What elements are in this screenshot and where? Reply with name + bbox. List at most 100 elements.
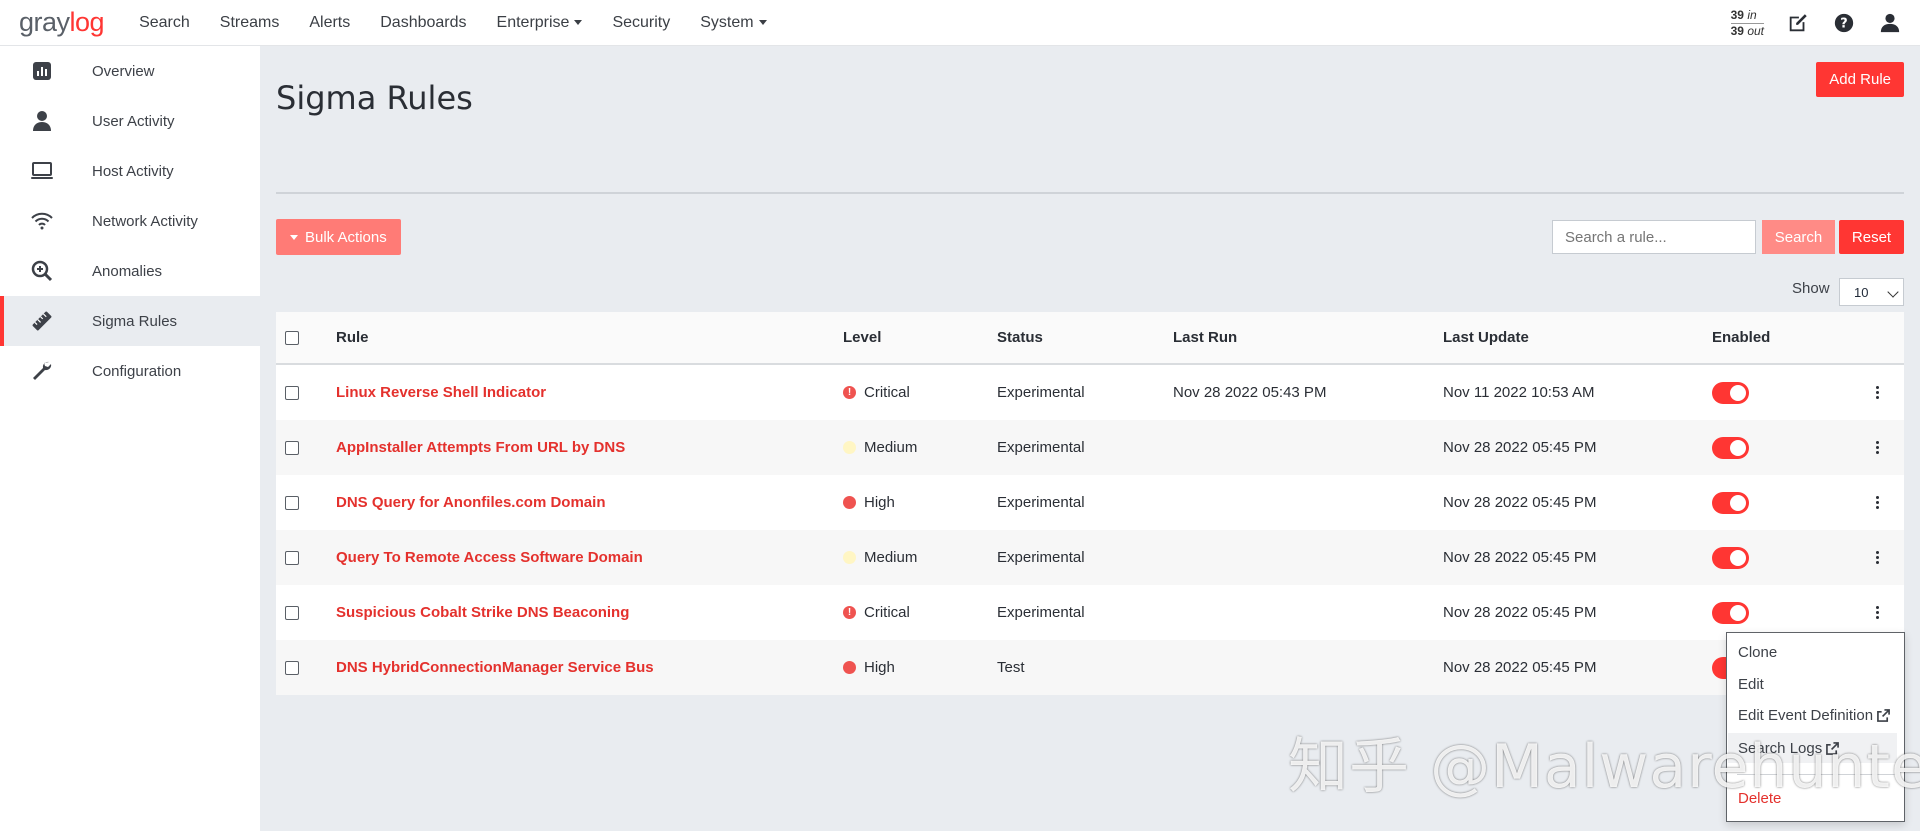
column-header-rule[interactable]: Rule [336, 312, 369, 363]
rule-link[interactable]: DNS Query for Anonfiles.com Domain [336, 494, 605, 511]
status-text: Experimental [997, 494, 1085, 511]
nav-system[interactable]: System [685, 14, 781, 32]
nav-right: 39 in 39 out ? [1730, 0, 1902, 46]
sidebar-item-configuration[interactable]: Configuration [0, 346, 260, 396]
bulk-actions-button[interactable]: Bulk Actions [276, 219, 401, 255]
table-row: DNS HybridConnectionManager Service Bus … [276, 640, 1904, 695]
column-header-status[interactable]: Status [997, 312, 1043, 363]
rule-link[interactable]: Linux Reverse Shell Indicator [336, 384, 546, 401]
reset-button[interactable]: Reset [1839, 220, 1904, 254]
graylog-logo[interactable]: gray log [19, 7, 105, 38]
add-rule-button[interactable]: Add Rule [1816, 62, 1904, 97]
enabled-toggle[interactable] [1712, 436, 1749, 459]
row-checkbox[interactable] [285, 605, 299, 620]
table-row: Query To Remote Access Software Domain M… [276, 530, 1904, 585]
caret-down-icon [290, 234, 298, 240]
column-header-last-run[interactable]: Last Run [1173, 312, 1237, 363]
table-row: Suspicious Cobalt Strike DNS Beaconing !… [276, 585, 1904, 640]
edit-icon[interactable] [1786, 11, 1810, 35]
sidebar-item-label: Sigma Rules [92, 312, 178, 330]
more-actions-icon[interactable] [1874, 551, 1880, 564]
rule-link[interactable]: AppInstaller Attempts From URL by DNS [336, 439, 625, 456]
rule-link[interactable]: DNS HybridConnectionManager Service Bus [336, 659, 654, 676]
level-text: Medium [864, 549, 918, 566]
more-actions-icon[interactable] [1874, 496, 1880, 509]
level-text: Medium [864, 439, 918, 456]
column-header-level[interactable]: Level [843, 312, 881, 363]
sidebar-item-network-activity[interactable]: Network Activity [0, 196, 260, 246]
nav-streams[interactable]: Streams [205, 14, 295, 32]
row-checkbox[interactable] [285, 550, 299, 565]
table-row: Linux Reverse Shell Indicator ! Critical … [276, 365, 1904, 420]
sidebar: Overview User Activity Host Activity Net… [0, 46, 260, 831]
medium-icon [843, 441, 856, 454]
sidebar-item-host-activity[interactable]: Host Activity [0, 146, 260, 196]
rules-table: Rule Level Status Last Run Last Update E… [276, 312, 1904, 695]
enabled-toggle[interactable] [1712, 381, 1749, 404]
last-update-text: Nov 28 2022 05:45 PM [1443, 549, 1597, 566]
menu-item-search-logs[interactable]: Search Logs [1728, 733, 1897, 763]
top-navbar: gray log Search Streams Alerts Dashboards… [0, 0, 1920, 46]
page-size-select[interactable]: 10 [1839, 278, 1904, 306]
row-checkbox[interactable] [285, 660, 299, 675]
nav-enterprise[interactable]: Enterprise [482, 14, 598, 32]
row-checkbox[interactable] [285, 495, 299, 510]
row-checkbox[interactable] [285, 440, 299, 455]
sidebar-item-label: Overview [92, 62, 155, 80]
last-update-text: Nov 28 2022 05:45 PM [1443, 659, 1597, 676]
menu-item-edit-event-definition[interactable]: Edit Event Definition [1738, 707, 1890, 724]
sidebar-item-user-activity[interactable]: User Activity [0, 96, 260, 146]
high-icon [843, 661, 856, 674]
last-update-text: Nov 11 2022 10:53 AM [1443, 384, 1595, 401]
level-text: Critical [864, 604, 910, 621]
sidebar-item-label: Configuration [92, 362, 182, 380]
table-row: DNS Query for Anonfiles.com Domain High … [276, 475, 1904, 530]
menu-item-delete[interactable]: Delete [1738, 790, 1781, 807]
search-button[interactable]: Search [1762, 220, 1835, 254]
user-icon[interactable] [1878, 11, 1902, 35]
sidebar-item-label: User Activity [92, 112, 175, 130]
more-actions-icon[interactable] [1874, 386, 1880, 399]
nav-alerts[interactable]: Alerts [294, 14, 365, 32]
enabled-toggle[interactable] [1712, 491, 1749, 514]
sidebar-item-label: Network Activity [92, 212, 198, 230]
nav-search[interactable]: Search [124, 14, 205, 32]
monitor-icon [29, 158, 55, 184]
status-text: Test [997, 659, 1025, 676]
sidebar-item-overview[interactable]: Overview [0, 46, 260, 96]
wrench-icon [29, 358, 55, 384]
level-text: High [864, 659, 895, 676]
rule-link[interactable]: Query To Remote Access Software Domain [336, 549, 643, 566]
caret-down-icon [758, 20, 767, 25]
search-input[interactable] [1552, 220, 1756, 254]
nav-security[interactable]: Security [597, 14, 685, 32]
status-text: Experimental [997, 604, 1085, 621]
row-checkbox[interactable] [285, 385, 299, 400]
menu-item-clone[interactable]: Clone [1738, 644, 1777, 661]
divider [276, 192, 1904, 194]
chart-icon [29, 58, 55, 84]
status-text: Experimental [997, 549, 1085, 566]
main-nav: Search Streams Alerts Dashboards Enterpr… [124, 14, 782, 32]
help-icon[interactable]: ? [1832, 11, 1856, 35]
svg-text:?: ? [1840, 17, 1847, 32]
more-actions-icon[interactable] [1874, 606, 1880, 619]
rule-link[interactable]: Suspicious Cobalt Strike DNS Beaconing [336, 604, 629, 621]
last-update-text: Nov 28 2022 05:45 PM [1443, 494, 1597, 511]
page-title: Sigma Rules [276, 79, 473, 118]
throughput-indicator[interactable]: 39 in 39 out [1730, 8, 1764, 38]
wifi-icon [29, 208, 55, 234]
critical-icon: ! [843, 606, 856, 619]
sidebar-item-sigma-rules[interactable]: Sigma Rules [0, 296, 260, 346]
nav-dashboards[interactable]: Dashboards [365, 14, 481, 32]
user-icon [29, 108, 55, 134]
enabled-toggle[interactable] [1712, 546, 1749, 569]
column-header-enabled[interactable]: Enabled [1712, 312, 1770, 363]
more-actions-icon[interactable] [1874, 441, 1880, 454]
chevron-down-icon [1887, 286, 1899, 298]
select-all-checkbox[interactable] [285, 330, 299, 345]
enabled-toggle[interactable] [1712, 601, 1749, 624]
menu-item-edit[interactable]: Edit [1738, 676, 1764, 693]
sidebar-item-anomalies[interactable]: Anomalies [0, 246, 260, 296]
column-header-last-update[interactable]: Last Update [1443, 312, 1529, 363]
